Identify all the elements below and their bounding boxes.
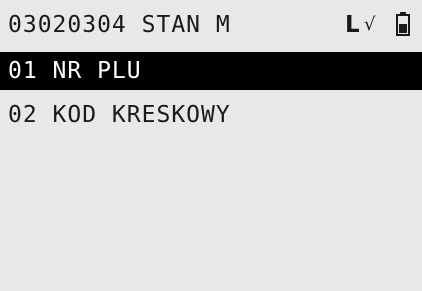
menu-item-nr-plu[interactable]: 01 NR PLU (0, 52, 422, 90)
check-icon: √ (364, 14, 376, 35)
battery-icon (396, 12, 410, 36)
device-screen: 03020304 STAN M L √ 01 NR PLU 02 KOD KRE… (0, 0, 422, 291)
menu-item-kod-kreskowy[interactable]: 02 KOD KRESKOWY (0, 96, 422, 134)
status-l-indicator: L (345, 12, 360, 38)
header-title: 03020304 STAN M (8, 12, 231, 38)
status-header: 03020304 STAN M L √ (0, 0, 422, 46)
